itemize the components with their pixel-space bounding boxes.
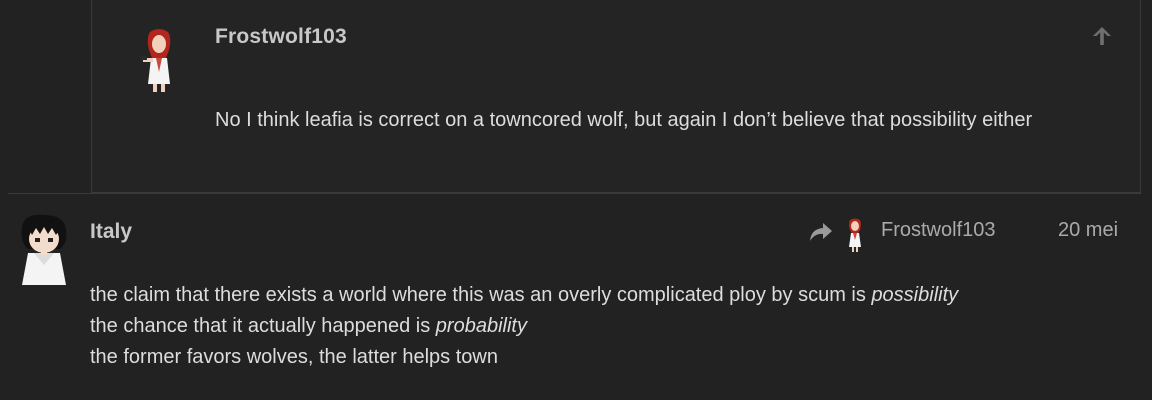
post-divider [8,193,1141,194]
arrow-up-icon[interactable] [1090,24,1114,48]
post-line-emphasis: probability [435,315,527,337]
post-username[interactable]: Italy [90,220,132,244]
post-line-text: the claim that there exists a world wher… [90,284,872,306]
post-line: the former favors wolves, the latter hel… [90,342,1130,373]
post-line: the chance that it actually happened is … [90,311,1130,342]
reply-arrow-icon[interactable] [808,221,834,243]
reply-to-avatar-icon[interactable] [843,218,867,252]
quoted-post-body: No I think leafia is correct on a townco… [215,109,1033,131]
post-body: the claim that there exists a world wher… [90,280,1130,373]
dark-hair-character-avatar-icon[interactable] [14,213,74,289]
topic-page: Frostwolf103 No I think leafia is correc… [0,0,1152,400]
post-line: the claim that there exists a world wher… [90,280,1130,311]
post-line-emphasis: possibility [871,284,959,306]
post-date[interactable]: 20 mei [1058,219,1118,242]
post-line-text: the chance that it actually happened is [90,315,436,337]
post-line-text: the former favors wolves, the latter hel… [90,346,498,368]
reply-to-username[interactable]: Frostwolf103 [881,219,996,242]
redhead-character-avatar-icon[interactable] [136,28,182,92]
quoted-post-username[interactable]: Frostwolf103 [215,25,347,49]
